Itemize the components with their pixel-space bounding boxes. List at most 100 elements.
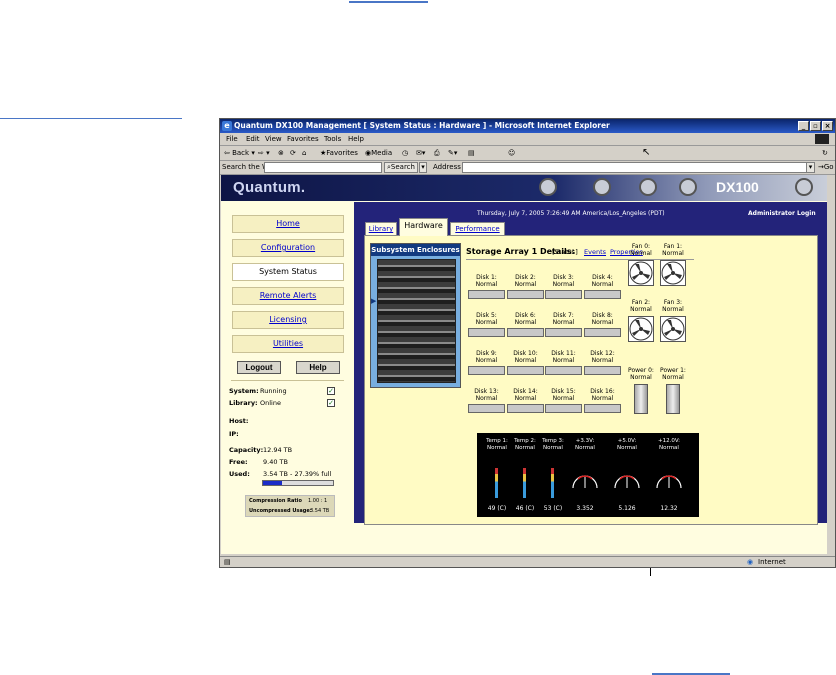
disk-slot[interactable]: Disk 5: Normal (468, 312, 505, 337)
disk-slot[interactable]: Disk 2: Normal (507, 274, 544, 299)
home-icon[interactable]: ⌂ (302, 148, 306, 159)
disk-slot[interactable]: Disk 16: Normal (584, 388, 621, 413)
disk-slot[interactable]: Disk 4: Normal (584, 274, 621, 299)
disk-slot[interactable]: Disk 10: Normal (507, 350, 544, 375)
address-dropdown[interactable]: ▾ (806, 162, 815, 173)
search-button[interactable]: ⌕Search (384, 162, 418, 173)
refresh-icon[interactable]: ⟳ (290, 148, 296, 159)
disk-slot[interactable]: Disk 3: Normal (545, 274, 582, 299)
enclosure-image[interactable] (377, 259, 456, 383)
nav-system-status[interactable]: System Status (232, 263, 344, 281)
menu-edit[interactable]: Edit (246, 135, 260, 143)
disk-name: Disk 14: (513, 388, 538, 395)
fan-icon[interactable] (660, 316, 686, 342)
tab-hardware[interactable]: Hardware (399, 218, 448, 236)
nav-utilities[interactable]: Utilities (232, 335, 344, 353)
print-icon[interactable]: ⎙ (434, 148, 440, 159)
discuss-icon[interactable]: ▤ (468, 148, 475, 159)
free-label: Free: (229, 458, 248, 466)
details-events-link[interactable]: Events (584, 248, 606, 256)
disk-slot[interactable]: Disk 12: Normal (584, 350, 621, 375)
tab-performance[interactable]: Performance (450, 222, 505, 235)
nav-configuration[interactable]: Configuration (232, 239, 344, 257)
doc-top-link-line (349, 1, 428, 3)
library-check-icon: ✓ (327, 399, 335, 407)
minimize-button[interactable]: _ (798, 121, 809, 131)
system-value: Running (260, 387, 287, 395)
nav-home-link[interactable]: Home (276, 219, 300, 228)
stop-icon[interactable]: ⊗ (278, 148, 284, 159)
sensor-state: Normal (575, 445, 595, 451)
nav-home[interactable]: Home (232, 215, 344, 233)
maximize-button[interactable]: ▫ (810, 121, 821, 131)
forward-button[interactable]: ⇨ ▾ (258, 148, 270, 159)
menu-view[interactable]: View (265, 135, 282, 143)
power-supply-icon[interactable] (666, 384, 680, 414)
sensor-state: Normal (617, 445, 637, 451)
free-value: 9.40 TB (263, 458, 288, 466)
menu-favorites[interactable]: Favorites (287, 135, 319, 143)
dx100-model-label: DX100 (716, 179, 759, 195)
messenger-icon[interactable]: ☺ (508, 148, 515, 159)
tab-library[interactable]: Library (365, 222, 397, 235)
mouse-cursor-icon: ↖ (642, 147, 651, 158)
logout-button[interactable]: Logout (237, 361, 281, 374)
menu-tools[interactable]: Tools (324, 135, 341, 143)
history-icon[interactable]: ◷ (402, 148, 408, 159)
disk-state: Normal (514, 395, 537, 402)
disk-state: Normal (475, 281, 498, 288)
tab-library-link[interactable]: Library (369, 225, 393, 233)
disk-slot[interactable]: Disk 1: Normal (468, 274, 505, 299)
favorites-button[interactable]: ★Favorites (320, 148, 358, 159)
disk-slot[interactable]: Disk 6: Normal (507, 312, 544, 337)
disk-name: Disk 11: (551, 350, 576, 357)
disk-slot[interactable]: Disk 9: Normal (468, 350, 505, 375)
edit-icon[interactable]: ✎▾ (448, 148, 457, 159)
go-label: Go (823, 163, 834, 171)
disk-state: Normal (475, 357, 498, 364)
back-button[interactable]: ⇦ Back ▾ (224, 148, 255, 159)
voltage-gauge-icon (656, 475, 682, 489)
thermometer-icon (551, 468, 554, 498)
close-button[interactable]: × (822, 121, 833, 131)
help-button[interactable]: Help (296, 361, 340, 374)
tab-performance-link[interactable]: Performance (455, 225, 499, 233)
disk-slot[interactable]: Disk 11: Normal (545, 350, 582, 375)
system-check-icon: ✓ (327, 387, 335, 395)
disk-slot[interactable]: Disk 8: Normal (584, 312, 621, 337)
search-dropdown[interactable]: ▾ (419, 162, 427, 173)
mail-icon[interactable]: ✉▾ (416, 148, 425, 159)
disk-slot[interactable]: Disk 13: Normal (468, 388, 505, 413)
disk-name: Disk 9: (476, 350, 497, 357)
media-button[interactable]: ◉Media (365, 148, 392, 159)
disk-slot[interactable]: Disk 15: Normal (545, 388, 582, 413)
menu-file[interactable]: File (226, 135, 238, 143)
power-supply-icon[interactable] (634, 384, 648, 414)
fan-icon[interactable] (628, 316, 654, 342)
disk-name: Disk 15: (551, 388, 576, 395)
disk-drive-icon (507, 328, 544, 337)
nav-remote-alerts-link[interactable]: Remote Alerts (260, 291, 317, 300)
fan-icon[interactable] (628, 260, 654, 286)
fan-icon[interactable] (660, 260, 686, 286)
nav-remote-alerts[interactable]: Remote Alerts (232, 287, 344, 305)
sensor-name: +12.0V: (657, 438, 681, 444)
nav-licensing-link[interactable]: Licensing (269, 315, 307, 324)
fan-name: Fan 1: (663, 243, 683, 250)
go-button[interactable]: →Go (818, 162, 834, 173)
compression-box: Compression Ratio 1.00 : 1 Uncompressed … (245, 495, 335, 517)
disk-slot[interactable]: Disk 7: Normal (545, 312, 582, 337)
nav-utilities-link[interactable]: Utilities (273, 339, 303, 348)
sensor-panel: Temp 1: Normal 49 (C) Temp 2: Normal 46 (C) Te… (477, 433, 699, 517)
disk-state: Normal (552, 395, 575, 402)
nav-licensing[interactable]: Licensing (232, 311, 344, 329)
disk-slot[interactable]: Disk 14: Normal (507, 388, 544, 413)
fan-name: Fan 0: (631, 243, 651, 250)
address-input[interactable] (462, 162, 807, 173)
sensor-reading: 53 (C) (543, 505, 563, 512)
search-web-input[interactable] (264, 162, 382, 173)
internet-zone-icon: ◉ (747, 558, 754, 566)
disk-drive-icon (468, 366, 505, 375)
menu-help[interactable]: Help (348, 135, 364, 143)
nav-configuration-link[interactable]: Configuration (261, 243, 315, 252)
